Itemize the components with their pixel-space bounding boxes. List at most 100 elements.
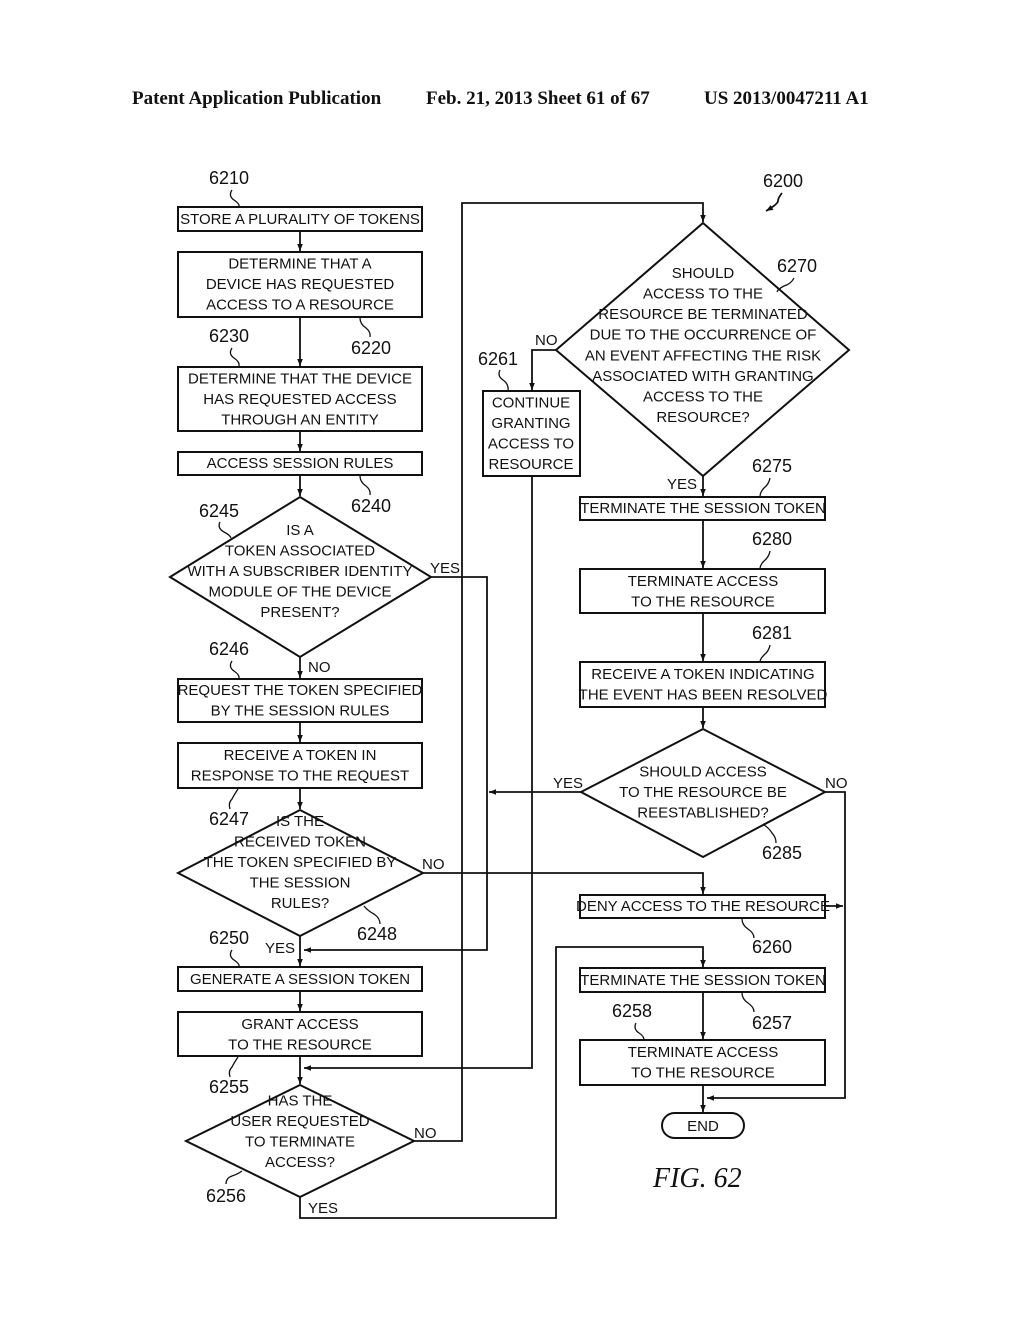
node-text-line: STORE A PLURALITY OF TOKENS — [180, 211, 420, 228]
node-text-line: DEVICE HAS REQUESTED — [206, 276, 395, 293]
node-text-line: TERMINATE THE SESSION TOKEN — [580, 500, 826, 517]
node-text-line: DUE TO THE OCCURRENCE OF — [590, 327, 817, 344]
ref-6261: 6261 — [478, 349, 518, 369]
ref-6230: 6230 — [209, 326, 249, 346]
leader-6250 — [229, 949, 240, 968]
leader-6220 — [359, 317, 371, 338]
node-text-line: THROUGH AN ENTITY — [221, 412, 379, 429]
node-text-line: TO THE RESOURCE — [631, 1064, 775, 1081]
ref-6210: 6210 — [209, 168, 249, 188]
leader-6258 — [634, 1022, 645, 1041]
node-text-line: ACCESS SESSION RULES — [207, 455, 394, 472]
ref-6258: 6258 — [612, 1001, 652, 1021]
node-text-line: TERMINATE ACCESS — [628, 573, 779, 590]
label-6245-yes: YES — [430, 560, 460, 577]
node-text-line: RESOURCE — [488, 456, 573, 473]
node-6230-text: DETERMINE THAT THE DEVICE HAS REQUESTED A… — [188, 371, 412, 429]
node-text-line: HAS REQUESTED ACCESS — [203, 391, 396, 408]
leader-6285 — [763, 824, 777, 844]
node-6220-text: DETERMINE THAT A DEVICE HAS REQUESTED ACCE… — [206, 256, 395, 314]
node-text-line: RECEIVE A TOKEN INDICATING — [591, 666, 814, 683]
node-text-line: ACCESS TO THE — [643, 286, 763, 303]
node-text-line: TERMINATE THE SESSION TOKEN — [580, 972, 826, 989]
ref-6257: 6257 — [752, 1013, 792, 1033]
node-text-line: IS A — [286, 522, 314, 539]
label-6256-yes: YES — [308, 1200, 338, 1217]
ref-6255: 6255 — [209, 1077, 249, 1097]
label-6256-no: NO — [414, 1125, 437, 1142]
ref-6247: 6247 — [209, 809, 249, 829]
node-6285-text: SHOULD ACCESS TO THE RESOURCE BE REESTABLI… — [619, 764, 787, 822]
leader-6256 — [225, 1170, 243, 1185]
node-text-line: RESPONSE TO THE REQUEST — [191, 767, 409, 784]
node-text-line: USER REQUESTED — [230, 1113, 369, 1130]
node-text-line: REQUEST THE TOKEN SPECIFIED — [178, 682, 423, 699]
edge-6248-no — [423, 872, 706, 894]
node-text-line: GRANTING — [491, 415, 570, 432]
node-text-line: TO THE RESOURCE — [228, 1036, 372, 1053]
leader-6246 — [229, 660, 240, 680]
node-end-text: END — [687, 1118, 719, 1135]
node-text-line: AN EVENT AFFECTING THE RISK — [585, 347, 821, 364]
node-text-line: RULES? — [271, 895, 329, 912]
label-6248-yes: YES — [265, 940, 295, 957]
node-text-line: DETERMINE THAT A — [228, 256, 371, 273]
node-text-line: ACCESS TO THE — [643, 389, 763, 406]
ref-6260: 6260 — [752, 937, 792, 957]
node-6240-text: ACCESS SESSION RULES — [207, 455, 394, 472]
ref-6250: 6250 — [209, 928, 249, 948]
leader-6240 — [359, 475, 371, 496]
label-6285-yes: YES — [553, 775, 583, 792]
node-text-line: MODULE OF THE DEVICE — [208, 584, 391, 601]
node-text-line: RESOURCE BE TERMINATED — [598, 306, 808, 323]
node-6250-text: GENERATE A SESSION TOKEN — [190, 971, 410, 988]
leader-6245 — [218, 521, 232, 539]
node-text-line: BY THE SESSION RULES — [211, 702, 390, 719]
flowchart: STORE A PLURALITY OF TOKENS DETERMINE THA… — [168, 168, 851, 1219]
ref-6248: 6248 — [357, 924, 397, 944]
node-text-line: DETERMINE THAT THE DEVICE — [188, 371, 412, 388]
node-text-line: END — [687, 1118, 719, 1135]
leader-6261 — [498, 369, 509, 392]
node-text-line: TO THE RESOURCE — [631, 593, 775, 610]
node-text-line: GENERATE A SESSION TOKEN — [190, 971, 410, 988]
ref-6220: 6220 — [351, 338, 391, 358]
ref-6285: 6285 — [762, 843, 802, 863]
ref-6270: 6270 — [777, 256, 817, 276]
ref-6256: 6256 — [206, 1186, 246, 1206]
node-text-line: ACCESS TO A RESOURCE — [206, 297, 394, 314]
node-text-line: TO THE RESOURCE BE — [619, 784, 787, 801]
node-text-line: THE TOKEN SPECIFIED BY — [204, 854, 397, 871]
node-6257-text: TERMINATE THE SESSION TOKEN — [580, 972, 826, 989]
node-text-line: WITH A SUBSCRIBER IDENTITY — [187, 563, 412, 580]
label-6248-no: NO — [422, 856, 445, 873]
leader-6248 — [363, 905, 381, 925]
leader-6230 — [229, 347, 240, 367]
node-text-line: RECEIVE A TOKEN IN — [224, 747, 377, 764]
ref-6245: 6245 — [199, 501, 239, 521]
node-6210-text: STORE A PLURALITY OF TOKENS — [180, 211, 420, 228]
node-6260-text: DENY ACCESS TO THE RESOURCE — [576, 898, 830, 915]
node-text-line: REESTABLISHED? — [637, 805, 768, 822]
ref-6246: 6246 — [209, 639, 249, 659]
ref-6280: 6280 — [752, 529, 792, 549]
ref-6200-pointer — [765, 192, 783, 212]
node-text-line: SHOULD — [672, 265, 735, 282]
leader-6275 — [759, 477, 771, 498]
node-text-line: ACCESS? — [265, 1154, 335, 1171]
node-text-line: HAS THE — [268, 1092, 333, 1109]
node-text-line: GRANT ACCESS — [241, 1016, 358, 1033]
leader-6281 — [759, 644, 771, 663]
label-6270-yes: YES — [667, 476, 697, 493]
label-6285-no: NO — [825, 775, 848, 792]
node-text-line: RECEIVED TOKEN — [234, 834, 366, 851]
label-6245-no: NO — [308, 659, 331, 676]
node-text-line: ASSOCIATED WITH GRANTING — [592, 368, 813, 385]
node-text-line: SHOULD ACCESS — [639, 764, 767, 781]
node-text-line: ACCESS TO — [488, 435, 574, 452]
node-text-line: THE EVENT HAS BEEN RESOLVED — [579, 686, 828, 703]
node-6275-text: TERMINATE THE SESSION TOKEN — [580, 500, 826, 517]
leader-6260 — [741, 918, 755, 939]
node-text-line: TERMINATE ACCESS — [628, 1044, 779, 1061]
node-text-line: CONTINUE — [492, 394, 570, 411]
